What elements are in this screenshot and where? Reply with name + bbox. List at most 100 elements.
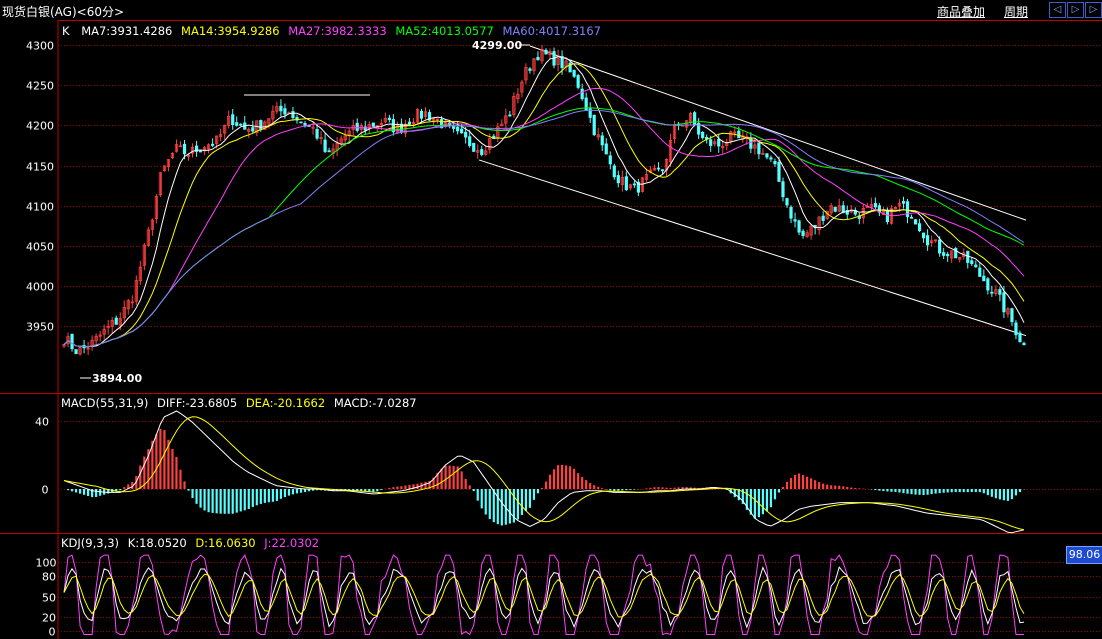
candle-body: [198, 150, 203, 153]
legend-ma14: MA14:3954.9286: [181, 24, 280, 38]
candle-body: [279, 105, 283, 112]
candle-body: [291, 111, 295, 119]
kdj-tick-label: 20: [42, 612, 56, 625]
legend-k: K: [62, 24, 70, 38]
candle-body: [773, 161, 777, 165]
candle-body: [572, 69, 576, 77]
candle-body: [323, 139, 327, 152]
candle-body: [239, 123, 243, 126]
candle-body: [612, 165, 616, 178]
candle-body: [982, 275, 986, 282]
price-tick-label: 4150: [26, 161, 54, 174]
candle-body: [793, 219, 797, 222]
candle-body: [616, 175, 620, 184]
kdj-cursor-value: 98.06: [1066, 546, 1102, 564]
candle-body: [1018, 332, 1022, 343]
ma60-line: [63, 109, 1025, 348]
candle-body: [701, 131, 705, 139]
kdj-series: [63, 554, 1025, 636]
ma7-line: [63, 55, 1025, 348]
candle-body: [580, 88, 584, 100]
price-tick-label: 4050: [26, 241, 54, 254]
ma27-line: [63, 87, 1025, 348]
candle-body: [315, 128, 319, 139]
candle-body: [998, 289, 1002, 295]
candle-body: [765, 153, 769, 158]
candle-body: [990, 291, 994, 294]
price-tick-label: 4000: [26, 281, 54, 294]
candle-body: [974, 264, 978, 268]
candle-body: [251, 127, 255, 132]
candle-body: [841, 205, 845, 213]
candle-body: [785, 198, 789, 206]
candle-body: [600, 135, 604, 146]
candle-body: [986, 278, 990, 291]
legend-ma60: MA60:4017.3167: [503, 24, 602, 38]
candle-body: [873, 203, 877, 208]
candle-body: [1022, 342, 1026, 346]
candle-body: [946, 253, 950, 257]
candle-body: [211, 143, 215, 146]
diff-line: [63, 410, 1025, 534]
candle-body: [468, 136, 472, 147]
price-series: [62, 44, 1026, 356]
macd-series: [63, 410, 1026, 534]
candle-body: [1002, 292, 1006, 313]
candle-body: [797, 220, 801, 233]
candle-body: [387, 117, 391, 121]
kdj-legend: KDJ(9,3,3) K:18.0520 D:16.0630 J:22.0302: [61, 536, 319, 550]
candle-body: [660, 169, 665, 172]
price-legend: K MA7:3931.4286 MA14:3954.9286 MA27:3982…: [62, 24, 601, 38]
candle-body: [921, 232, 926, 239]
legend-diff: DIFF:-23.6805: [157, 396, 237, 410]
candle-body: [709, 139, 713, 146]
legend-kdj-name: KDJ(9,3,3): [61, 536, 119, 550]
chart-canvas[interactable]: 4300 4250 4200 4150 4100 4050 4000 3950 40 0 10080…: [0, 0, 1102, 639]
legend-ma52: MA52:4013.0577: [395, 24, 494, 38]
candle-body: [407, 121, 412, 125]
candle-body: [371, 122, 375, 127]
y-axis-ticks: 4300 4250 4200 4150 4100 4050 4000 3950 40 0 10080…: [26, 40, 57, 639]
candle-body: [460, 128, 464, 134]
price-tick-label: 4200: [26, 120, 54, 133]
candle-body: [769, 157, 773, 160]
j-line: [63, 554, 1024, 636]
candle-body: [74, 349, 78, 355]
candle-body: [938, 239, 942, 254]
kdj-tick-label: 100: [36, 557, 57, 570]
candle-body: [925, 235, 930, 246]
candle-body: [452, 126, 456, 129]
candle-body: [757, 142, 761, 155]
candle-body: [821, 215, 825, 221]
candle-body: [480, 149, 484, 155]
candle-body: [909, 216, 914, 219]
dea-line: [63, 416, 1025, 531]
candle-body: [885, 210, 890, 223]
candle-body: [70, 333, 74, 350]
candle-body: [355, 122, 359, 131]
candle-body: [283, 108, 287, 115]
candle-body: [592, 114, 596, 136]
candle-body: [419, 110, 424, 119]
candle-body: [656, 167, 661, 170]
candle-body: [978, 267, 982, 277]
candle-body: [781, 181, 785, 198]
candle-body: [632, 183, 636, 186]
legend-dea: DEA:-20.1662: [246, 396, 325, 410]
low-price-label: 3894.00: [92, 372, 142, 385]
candle-body: [717, 139, 721, 147]
candle-body: [508, 114, 512, 117]
price-tick-label: 4100: [26, 201, 54, 214]
kdj-tick-label: 0: [49, 626, 56, 639]
macd-tick-label: 40: [35, 416, 49, 429]
legend-ma7: MA7:3931.4286: [81, 24, 172, 38]
candle-body: [608, 155, 612, 165]
candle-body: [327, 150, 331, 153]
trend-channel: [244, 45, 1027, 337]
candle-body: [942, 252, 946, 256]
candle-body: [917, 223, 922, 232]
kdj-tick-label: 50: [42, 592, 56, 605]
candle-body: [182, 143, 187, 155]
candle-body: [737, 130, 741, 139]
legend-macd-value: MACD:-7.0287: [334, 396, 417, 410]
